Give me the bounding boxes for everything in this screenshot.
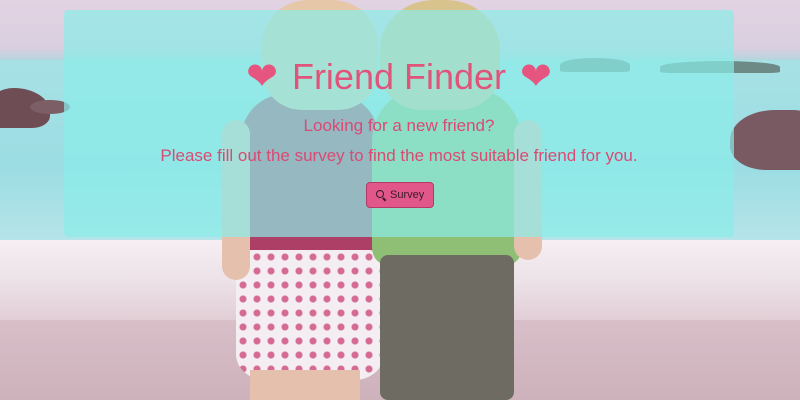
rock (730, 110, 800, 170)
girl-skirt (236, 250, 384, 380)
girl-legs (250, 370, 360, 400)
title-row: ❤ Friend Finder ❤ (64, 56, 734, 98)
boy-shorts (380, 255, 514, 400)
heart-icon: ❤ (520, 56, 552, 98)
survey-button-label: Survey (390, 189, 425, 201)
page-title: Friend Finder (291, 56, 507, 97)
hero-panel: ❤ Friend Finder ❤ Looking for a new frie… (64, 10, 734, 237)
heart-icon: ❤ (246, 56, 278, 98)
search-icon (376, 190, 386, 200)
survey-button[interactable]: Survey (366, 182, 435, 208)
page-description: Please fill out the survey to find the m… (160, 146, 638, 165)
page-subtitle: Looking for a new friend? (303, 116, 495, 135)
